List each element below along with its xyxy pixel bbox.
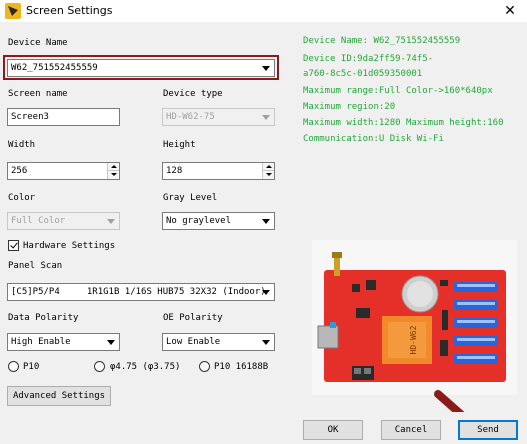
- oe-polarity-value: Low Enable: [166, 337, 221, 347]
- gray-level-value: No graylevel: [166, 216, 232, 226]
- cancel-button[interactable]: Cancel: [381, 420, 441, 440]
- chevron-down-icon: [262, 290, 270, 295]
- dialog-body: Device Name W62_751552455559 Screen name…: [0, 22, 527, 444]
- info-max-range: Maximum range:Full Color->160*640px: [303, 86, 493, 96]
- ok-button[interactable]: OK: [303, 420, 363, 440]
- app-icon: [5, 3, 21, 19]
- device-name-select[interactable]: W62_751552455559: [7, 59, 275, 77]
- title-bar: Screen Settings ✕: [0, 0, 527, 22]
- gray-level-label: Gray Level: [163, 193, 218, 203]
- spin-down-icon[interactable]: [262, 171, 274, 179]
- device-name-value: W62_751552455559: [11, 63, 98, 73]
- chevron-down-icon: [262, 219, 270, 224]
- panel-scan-value: [C5]P5/P4 1R1G1B 1/16S HUB75 32X32 (Indo…: [11, 287, 266, 297]
- radio-p475[interactable]: [94, 361, 105, 372]
- hardware-settings-checkbox[interactable]: [8, 240, 19, 251]
- screen-settings-window: Screen Settings ✕ Device Name W62_751552…: [0, 0, 527, 444]
- screen-name-input[interactable]: Screen3: [7, 108, 120, 126]
- data-polarity-select[interactable]: High Enable: [7, 333, 120, 351]
- width-value: 256: [11, 166, 28, 176]
- spin-up-icon[interactable]: [107, 163, 119, 171]
- width-stepper[interactable]: 256: [7, 162, 120, 180]
- height-stepper[interactable]: 128: [162, 162, 275, 180]
- hardware-settings-label: Hardware Settings: [23, 241, 116, 251]
- data-polarity-label: Data Polarity: [8, 313, 79, 323]
- gray-level-select[interactable]: No graylevel: [162, 212, 275, 230]
- width-label: Width: [8, 140, 36, 150]
- controller-board-image: HD-W62: [312, 240, 517, 395]
- info-device-name: Device Name: W62_751552455559: [303, 36, 461, 46]
- advanced-settings-button[interactable]: Advanced Settings: [7, 386, 111, 406]
- spin-up-icon[interactable]: [262, 163, 274, 171]
- device-type-select: HD-W62-75: [162, 108, 275, 126]
- board-label: HD-W62: [409, 325, 418, 354]
- device-type-value: HD-W62-75: [166, 112, 215, 122]
- color-select: Full Color: [7, 212, 120, 230]
- height-label: Height: [163, 140, 196, 150]
- chevron-down-icon: [262, 66, 270, 71]
- color-value: Full Color: [11, 216, 66, 226]
- chevron-down-icon: [262, 340, 270, 345]
- send-button[interactable]: Send: [458, 420, 518, 440]
- data-polarity-value: High Enable: [11, 337, 71, 347]
- spin-down-icon[interactable]: [107, 171, 119, 179]
- info-max-size: Maximum width:1280 Maximum height:160: [303, 118, 504, 128]
- screen-name-value: Screen3: [11, 112, 49, 122]
- radio-p475-label: φ4.75 (φ3.75): [110, 362, 181, 372]
- radio-p10-label: P10: [23, 362, 40, 372]
- oe-polarity-select[interactable]: Low Enable: [162, 333, 275, 351]
- color-label: Color: [8, 193, 36, 203]
- radio-p10-16188b[interactable]: [199, 361, 210, 372]
- dialog-footer: OK Cancel Send: [0, 412, 527, 444]
- radio-p10-16188b-label: P10 16188B: [214, 362, 269, 372]
- info-max-region: Maximum region:20: [303, 102, 396, 112]
- height-value: 128: [166, 166, 183, 176]
- chevron-down-icon: [107, 219, 115, 224]
- info-device-id: Device ID:9da2ff59-74f5-: [303, 54, 434, 64]
- info-communication: Communication:U Disk Wi-Fi: [303, 134, 444, 144]
- device-name-label: Device Name: [8, 38, 68, 48]
- chevron-down-icon: [262, 115, 270, 120]
- panel-scan-label: Panel Scan: [8, 261, 63, 271]
- width-spinner[interactable]: [107, 163, 119, 179]
- device-type-label: Device type: [163, 89, 223, 99]
- window-title: Screen Settings: [26, 4, 113, 17]
- panel-scan-select[interactable]: [C5]P5/P4 1R1G1B 1/16S HUB75 32X32 (Indo…: [7, 283, 275, 301]
- screen-name-label: Screen name: [8, 89, 68, 99]
- info-device-id-cont: a760-8c5c-01d059350001: [303, 69, 423, 79]
- radio-p10[interactable]: [8, 361, 19, 372]
- height-spinner[interactable]: [262, 163, 274, 179]
- oe-polarity-label: OE Polarity: [163, 313, 223, 323]
- chevron-down-icon: [107, 340, 115, 345]
- close-icon[interactable]: ✕: [493, 0, 527, 22]
